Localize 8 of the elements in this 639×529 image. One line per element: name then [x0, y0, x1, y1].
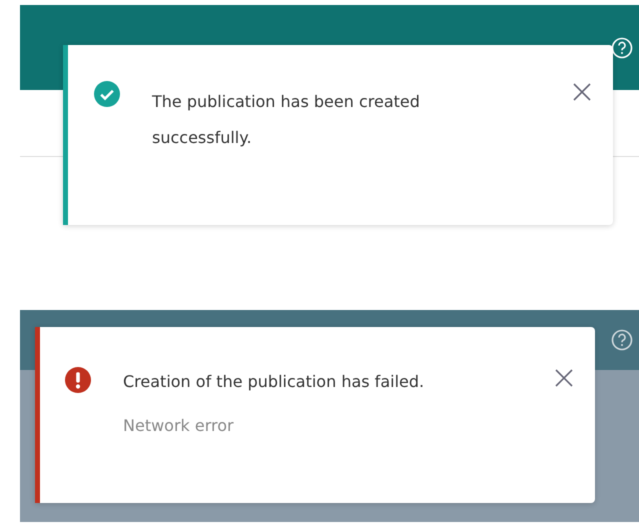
toast-message: The publication has been created successfully. [152, 91, 421, 149]
toast-detail: Network error [123, 416, 235, 435]
help-icon[interactable] [611, 329, 633, 351]
exclamation-circle-icon [65, 367, 91, 393]
close-button[interactable] [571, 81, 593, 103]
toast-message: Creation of the publication has failed. [123, 371, 426, 393]
check-circle-icon [94, 81, 120, 107]
close-button[interactable] [553, 367, 575, 389]
